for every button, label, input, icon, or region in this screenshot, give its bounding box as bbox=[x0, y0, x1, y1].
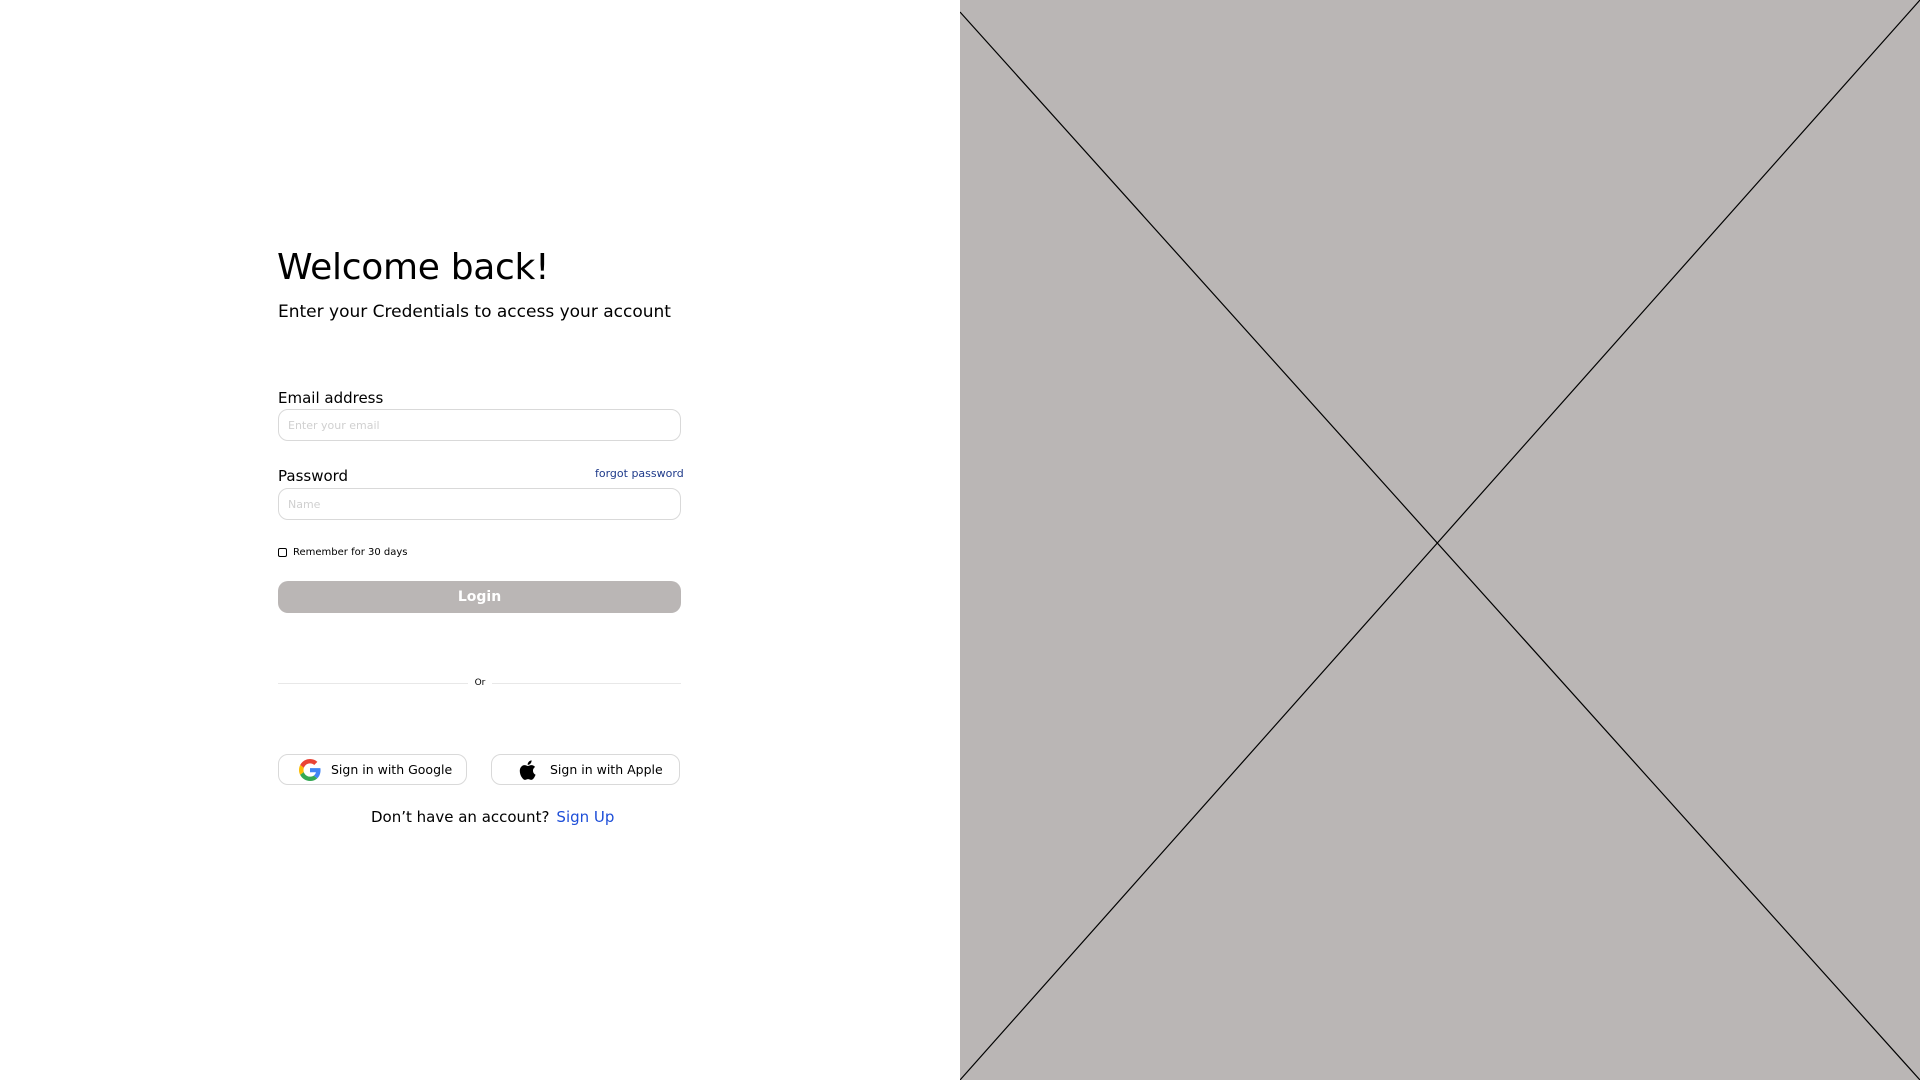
login-button[interactable]: Login bbox=[278, 581, 681, 613]
login-page: Welcome back! Enter your Credentials to … bbox=[0, 0, 1920, 1080]
forgot-password-link[interactable]: forgot password bbox=[595, 467, 684, 480]
sign-up-link[interactable]: Sign Up bbox=[556, 808, 614, 826]
password-label: Password bbox=[278, 467, 349, 485]
placeholder-diagonal-line bbox=[960, 0, 1920, 1080]
page-title: Welcome back! bbox=[277, 247, 550, 288]
placeholder-diagonal-line bbox=[960, 11, 1920, 1080]
divider-line-left bbox=[278, 683, 468, 684]
password-field[interactable] bbox=[278, 488, 681, 520]
sign-in-with-apple-button[interactable]: Sign in with Apple bbox=[491, 754, 680, 785]
remember-me-row: Remember for 30 days bbox=[278, 545, 408, 559]
divider-line-right bbox=[492, 683, 681, 684]
email-field[interactable] bbox=[278, 409, 681, 441]
sign-in-with-google-button[interactable]: Sign in with Google bbox=[278, 754, 467, 785]
login-form-panel: Welcome back! Enter your Credentials to … bbox=[0, 0, 960, 1080]
image-placeholder-x-icon bbox=[960, 0, 1920, 1080]
page-subtitle: Enter your Credentials to access your ac… bbox=[278, 302, 671, 322]
remember-me-label: Remember for 30 days bbox=[293, 546, 408, 558]
email-label: Email address bbox=[278, 389, 384, 407]
apple-icon bbox=[518, 759, 540, 781]
divider-label: Or bbox=[474, 678, 486, 688]
apple-button-label: Sign in with Apple bbox=[550, 762, 663, 777]
signup-prompt: Don’t have an account? bbox=[371, 808, 550, 826]
remember-me-checkbox[interactable] bbox=[278, 547, 287, 557]
signup-prompt-row: Don’t have an account? Sign Up bbox=[371, 808, 614, 826]
google-icon bbox=[299, 758, 321, 781]
image-placeholder-panel bbox=[960, 0, 1920, 1080]
google-button-label: Sign in with Google bbox=[331, 762, 453, 777]
or-divider: Or bbox=[278, 676, 681, 690]
